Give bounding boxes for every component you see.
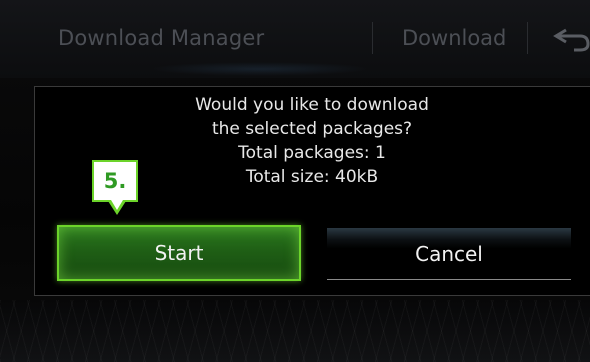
cancel-button-label: Cancel xyxy=(415,241,483,266)
step-badge-pointer-fill xyxy=(111,200,123,210)
step-badge: 5. xyxy=(92,160,138,202)
back-button[interactable] xyxy=(540,22,590,56)
start-button-label: Start xyxy=(154,241,204,265)
message-line: Would you like to download xyxy=(195,95,429,115)
header-title: Download Manager xyxy=(58,26,265,50)
screen: Download Manager Download Would you like… xyxy=(0,0,590,362)
header-divider xyxy=(372,22,373,54)
download-tab[interactable]: Download xyxy=(402,26,506,50)
header-divider xyxy=(527,22,528,54)
back-arrow-icon xyxy=(553,28,590,52)
header-bar: Download Manager Download xyxy=(0,0,590,78)
start-button[interactable]: Start xyxy=(57,225,301,281)
header-glow xyxy=(150,62,370,76)
cancel-button[interactable]: Cancel xyxy=(327,228,571,280)
message-line: the selected packages? xyxy=(211,119,413,139)
floor-texture xyxy=(0,300,590,362)
